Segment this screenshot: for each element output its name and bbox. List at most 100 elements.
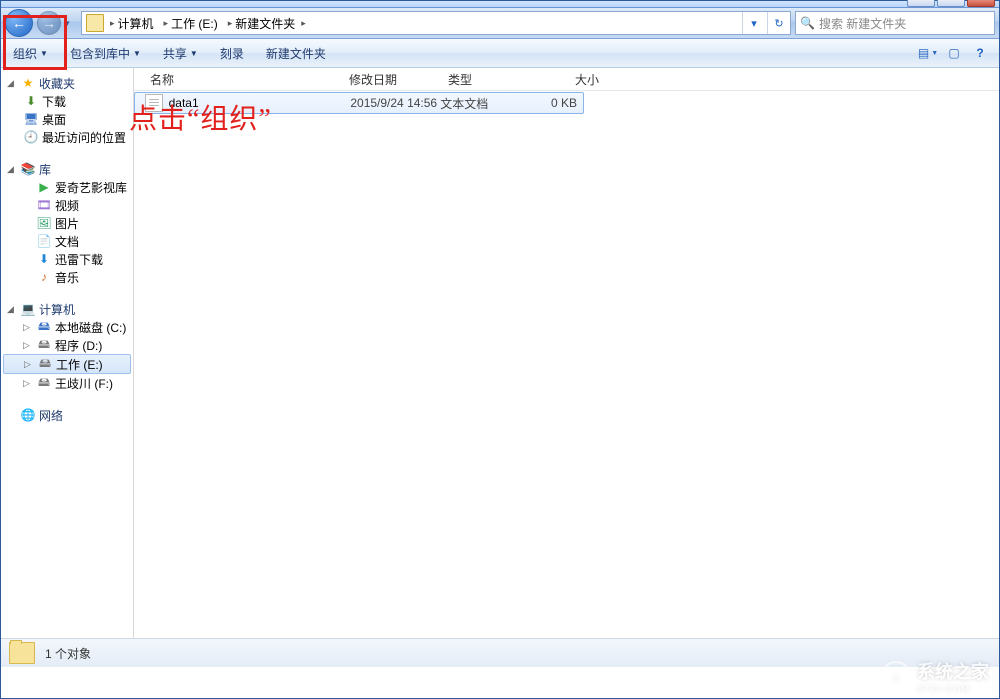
computer-header[interactable]: ◢ 💻 计算机 — [1, 300, 133, 318]
favorites-item-downloads[interactable]: ⬇ 下载 — [1, 92, 133, 110]
column-header-size[interactable]: 大小 — [545, 71, 608, 88]
column-header-date[interactable]: 修改日期 — [343, 71, 442, 88]
expander-icon[interactable]: ◢ — [7, 164, 17, 175]
library-item-xunlei[interactable]: ▷ ⬇ 迅雷下载 — [1, 250, 133, 268]
expander-icon[interactable]: ▷ — [24, 359, 34, 370]
toolbar-organize-button[interactable]: 组织 ▼ — [3, 41, 58, 65]
tree-group-favorites: ◢ ★ 收藏夹 ⬇ 下载 🖥 桌面 🕘 最近访问的位置 — [1, 74, 133, 146]
watermark-logo-icon: ⌂ — [881, 661, 911, 691]
drive-icon: 🖴 — [37, 356, 53, 372]
refresh-button[interactable]: ↻ — [767, 12, 790, 34]
library-item-documents[interactable]: ▷ 📄 文档 — [1, 232, 133, 250]
library-item-pictures[interactable]: ▷ 🖼 图片 — [1, 214, 133, 232]
expander-icon[interactable]: ▷ — [23, 322, 33, 333]
address-segment-folder[interactable]: ▸ 新建文件夹 ▸ — [224, 12, 310, 34]
favorites-item-recent[interactable]: 🕘 最近访问的位置 — [1, 128, 133, 146]
favorites-label: 收藏夹 — [39, 75, 75, 92]
address-segment-computer[interactable]: ▸ 计算机 — [106, 12, 158, 34]
libraries-header[interactable]: ◢ 📚 库 — [1, 160, 133, 178]
library-item-music[interactable]: ▷ ♪ 音乐 — [1, 268, 133, 286]
computer-label: 计算机 — [39, 301, 75, 318]
toolbar-burn-button[interactable]: 刻录 — [210, 41, 254, 65]
help-button[interactable]: ? — [969, 42, 991, 64]
network-header[interactable]: ▷ 🌐 网络 — [1, 406, 133, 424]
xunlei-icon: ⬇ — [36, 251, 52, 267]
file-row[interactable]: data1 2015/9/24 14:56 文本文档 0 KB — [134, 92, 584, 114]
nav-forward-button[interactable]: → — [37, 11, 61, 35]
tree-item-label: 程序 (D:) — [55, 337, 102, 354]
chevron-down-icon: ▼ — [40, 49, 48, 58]
chevron-right-icon: ▸ — [164, 18, 169, 29]
drive-item-e[interactable]: ▷ 🖴 工作 (E:) — [3, 354, 131, 374]
drive-item-c[interactable]: ▷ 🖴 本地磁盘 (C:) — [1, 318, 133, 336]
library-icon: 📚 — [20, 161, 36, 177]
preview-pane-button[interactable]: ▢ — [943, 42, 965, 64]
watermark-text: 系统之家 — [917, 662, 989, 682]
drive-item-d[interactable]: ▷ 🖴 程序 (D:) — [1, 336, 133, 354]
chevron-down-icon: ▼ — [931, 50, 938, 57]
libraries-label: 库 — [39, 161, 51, 178]
column-header-name[interactable]: 名称 — [144, 71, 343, 88]
window-close-button[interactable] — [967, 0, 995, 7]
file-list-pane: 名称 修改日期 类型 大小 data1 2015/9/24 14:56 文本文档… — [134, 68, 999, 638]
tree-group-libraries: ◢ 📚 库 ▷ ▶ 爱奇艺影视库 ▷ 🎞 视频 ▷ 🖼 图片 ▷ 📄 — [1, 160, 133, 286]
file-type: 文本文档 — [440, 95, 534, 112]
drive-item-f[interactable]: ▷ 🖴 王歧川 (F:) — [1, 374, 133, 392]
address-segment-label: 工作 (E:) — [171, 15, 218, 32]
tree-group-network: ▷ 🌐 网络 — [1, 406, 133, 424]
file-size: 0 KB — [534, 96, 583, 110]
chevron-down-icon: ▼ — [190, 49, 198, 58]
column-header-type[interactable]: 类型 — [442, 71, 545, 88]
toolbar-include-library-button[interactable]: 包含到库中 ▼ — [60, 41, 151, 65]
toolbar-label: 新建文件夹 — [266, 45, 326, 62]
view-options-button[interactable]: ▤ ▼ — [917, 42, 939, 64]
window-maximize-button[interactable] — [937, 0, 965, 7]
expander-icon[interactable]: ▷ — [23, 378, 33, 389]
star-icon: ★ — [20, 75, 36, 91]
expander-icon[interactable]: ◢ — [7, 78, 17, 89]
desktop-icon: 🖥 — [23, 111, 39, 127]
picture-icon: 🖼 — [36, 215, 52, 231]
address-dropdown-button[interactable]: ▾ — [742, 12, 765, 34]
toolbar-share-button[interactable]: 共享 ▼ — [153, 41, 208, 65]
address-segment-label: 计算机 — [118, 15, 154, 32]
tree-item-label: 最近访问的位置 — [42, 129, 126, 146]
computer-icon: 💻 — [20, 301, 36, 317]
window-titlebar — [1, 1, 999, 8]
chevron-right-icon: ▸ — [110, 18, 115, 29]
tree-item-label: 王歧川 (F:) — [55, 375, 113, 392]
view-icon: ▤ — [918, 46, 929, 60]
expander-icon[interactable]: ▷ — [23, 340, 33, 351]
toolbar-label: 共享 — [163, 45, 187, 62]
file-date: 2015/9/24 14:56 — [350, 96, 440, 110]
download-icon: ⬇ — [23, 93, 39, 109]
nav-history-dropdown[interactable]: ▾ — [65, 18, 77, 29]
document-icon: 📄 — [36, 233, 52, 249]
tree-item-label: 图片 — [55, 215, 79, 232]
favorites-header[interactable]: ◢ ★ 收藏夹 — [1, 74, 133, 92]
address-segment-label: 新建文件夹 — [235, 15, 295, 32]
address-bar[interactable]: ▸ 计算机 ▸ 工作 (E:) ▸ 新建文件夹 ▸ ▾ ↻ — [81, 11, 791, 35]
library-item-videos[interactable]: ▷ 🎞 视频 — [1, 196, 133, 214]
favorites-item-desktop[interactable]: 🖥 桌面 — [1, 110, 133, 128]
expander-icon[interactable]: ◢ — [7, 304, 17, 315]
address-segment-drive[interactable]: ▸ 工作 (E:) — [160, 12, 222, 34]
library-item-iqiyi[interactable]: ▷ ▶ 爱奇艺影视库 — [1, 178, 133, 196]
navigation-tree: ◢ ★ 收藏夹 ⬇ 下载 🖥 桌面 🕘 最近访问的位置 ◢ 📚 库 — [1, 68, 134, 638]
toolbar-label: 组织 — [13, 45, 37, 62]
watermark: ⌂ 系统之家 XTZJ.COM — [881, 658, 989, 694]
network-label: 网络 — [39, 407, 63, 424]
tree-item-label: 下载 — [42, 93, 66, 110]
file-name: data1 — [169, 96, 351, 110]
search-icon: 🔍 — [800, 16, 815, 30]
column-headers: 名称 修改日期 类型 大小 — [134, 68, 999, 91]
watermark-subtext: XTZJ.COM — [917, 684, 989, 694]
tree-item-label: 音乐 — [55, 269, 79, 286]
nav-back-button[interactable]: ← — [5, 9, 33, 37]
tree-item-label: 文档 — [55, 233, 79, 250]
search-input[interactable]: 🔍 搜索 新建文件夹 — [795, 11, 995, 35]
folder-icon — [9, 642, 35, 664]
iqiyi-icon: ▶ — [36, 179, 52, 195]
toolbar-new-folder-button[interactable]: 新建文件夹 — [256, 41, 336, 65]
window-minimize-button[interactable] — [907, 0, 935, 7]
